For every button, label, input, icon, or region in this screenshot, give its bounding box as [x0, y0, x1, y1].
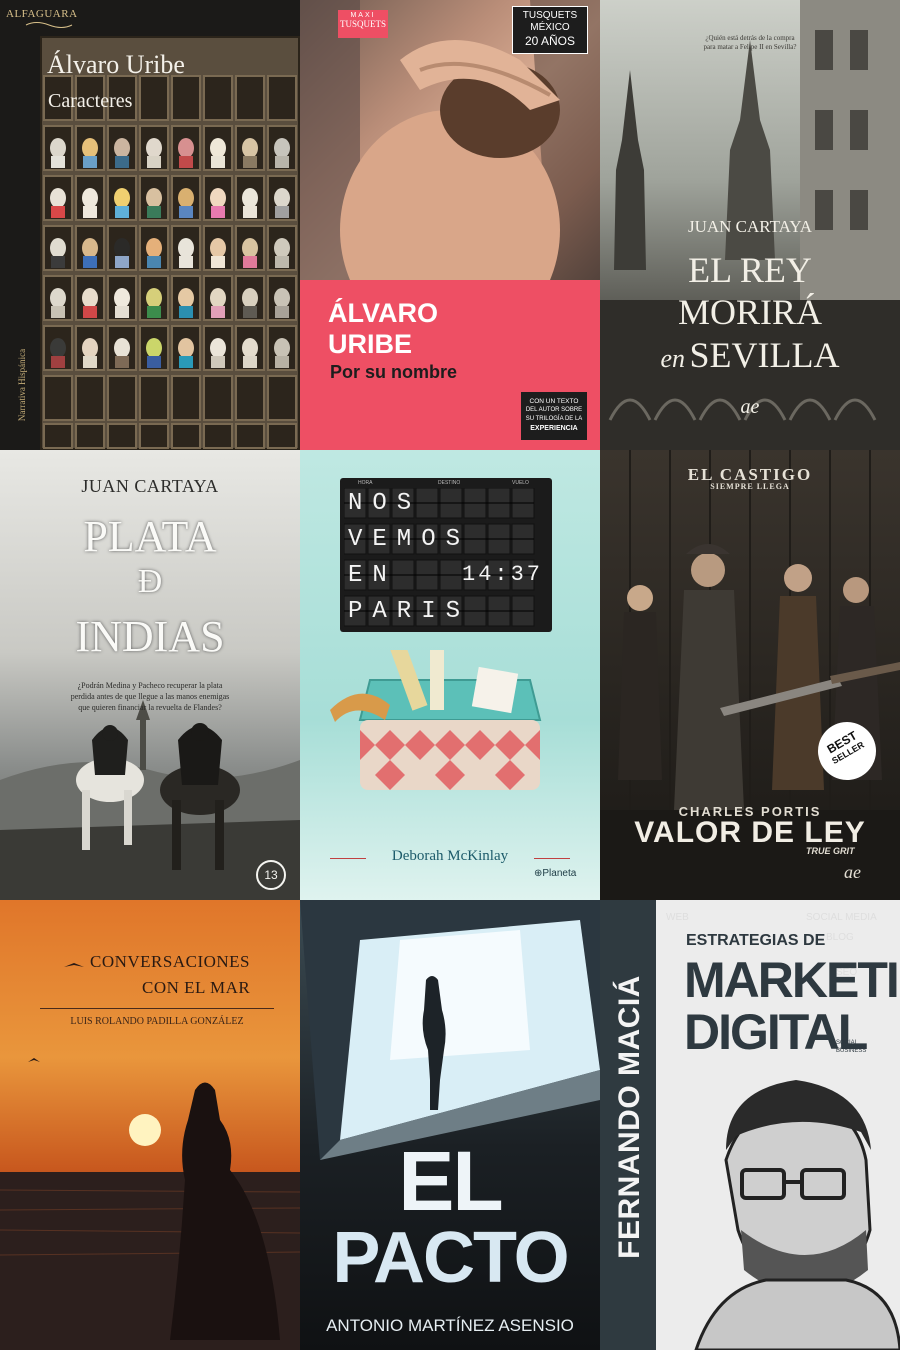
book-subtitle: TRUE GRIT — [806, 846, 855, 856]
imprint-name: TUSQUETS — [339, 19, 386, 29]
title-line-3: SEVILLA — [689, 335, 840, 375]
svg-text:WEB: WEB — [666, 912, 689, 923]
publisher-label: Planeta — [542, 868, 577, 879]
board-header-vuelo: VUELO — [512, 480, 529, 486]
bird-icon — [62, 958, 86, 976]
imprint-top-label: MAXI — [350, 12, 376, 19]
title-line-3-group: en SEVILLA — [600, 334, 900, 376]
board-row-1: NOS — [348, 490, 422, 517]
title-line-1: PLATA — [83, 512, 217, 561]
board-row-2: VEMOS — [348, 526, 471, 553]
title-line-1: EL REY — [688, 250, 812, 290]
tagline-line-2: para matar a Felipe II en Sevilla? — [703, 43, 797, 51]
title-line-2: MORIRÁ — [677, 292, 823, 332]
board-row-4: PARIS — [348, 598, 471, 625]
publisher-logo: ae — [844, 862, 861, 882]
book-cover-estrategias-de-marketing-digital[interactable]: FERNANDO MACIÁ SOCIAL MEDIA BLOG WEB SEO ES… — [600, 900, 900, 1350]
publisher-logo-text: ALFAGUARA — [6, 8, 78, 20]
badge-line-2: MÉXICO — [530, 22, 570, 33]
title-line-2: MARKETING — [684, 952, 900, 1008]
title-line-2: PACTO — [332, 1218, 569, 1298]
note-line-2: DEL AUTOR SOBRE — [525, 407, 583, 413]
title-line-2: Ð — [137, 563, 163, 600]
publisher-line-2: BUSINESS — [836, 1048, 867, 1054]
blurb-line-1: ¿Podrán Medina y Pacheco recuperar la pl… — [77, 681, 223, 690]
book-cover-conversaciones-con-el-mar[interactable]: CONVERSACIONES CON EL MAR LUIS ROLANDO P… — [0, 900, 300, 1350]
book-cover-nos-vemos-en-paris[interactable]: HORA DESTINO VUELO NOS VEMOS EN 14:37 PA… — [300, 450, 600, 900]
imprint-logo-box: MAXI TUSQUETS — [338, 10, 388, 38]
book-cover-el-pacto[interactable]: EL PACTO ANTONIO MARTÍNEZ ASENSIO — [300, 900, 600, 1350]
author-note-box: CON UN TEXTO DEL AUTOR SOBRE SU TRILOGÍA… — [521, 392, 587, 440]
book-cover-caracteres[interactable]: ALFAGUARA Álvaro Uribe Caracteres Narrat… — [0, 0, 300, 450]
note-line-1: CON UN TEXTO — [529, 398, 579, 405]
author-name: JUAN CARTAYA — [81, 476, 219, 496]
svg-text:BLOG: BLOG — [826, 932, 854, 943]
blurb-line-2: perdida antes de que llegue a las manos … — [70, 692, 230, 701]
author-name: FERNANDO MACIÁ — [613, 975, 646, 1259]
publisher-line-1: SOCIAL — [836, 1040, 859, 1046]
collection-spine-text: Narrativa Hispánica — [17, 348, 27, 422]
publisher-ornament-icon — [25, 22, 73, 28]
title-line-3-prefix: en — [660, 344, 686, 373]
note-line-3: SU TRILOGÍA DE LA — [525, 416, 583, 422]
board-row-3: EN — [348, 562, 397, 589]
book-title: Caracteres — [48, 90, 133, 112]
author-name: ANTONIO MARTÍNEZ ASENSIO — [326, 1316, 574, 1335]
author-rule-right — [534, 858, 570, 859]
board-header-destino: DESTINO — [438, 480, 461, 486]
tagline-line-2: SIEMPRE LLEGA — [710, 482, 790, 491]
author-rule-left — [330, 858, 366, 859]
author-name: Deborah McKinlay — [391, 848, 509, 864]
book-cover-por-su-nombre[interactable]: MAXI TUSQUETS TUSQUETS MÉXICO 20 AÑOS ÁL… — [300, 0, 600, 450]
author-name: LUIS ROLANDO PADILLA GONZÁLEZ — [70, 1016, 244, 1027]
badge-line-3: 20 AÑOS — [524, 34, 576, 48]
author-name: Álvaro Uribe — [47, 50, 185, 79]
board-header-hora: HORA — [358, 480, 373, 486]
tagline-line-1: ¿Quién está detrás de la compra — [705, 34, 795, 42]
book-cover-el-rey-morira-en-sevilla[interactable]: ¿Quién está detrás de la compra para mat… — [600, 0, 900, 450]
publisher-logo-13: 13 — [256, 860, 286, 890]
badge-line-1: TUSQUETS — [522, 10, 578, 21]
title-line-1: ESTRATEGIAS DE — [686, 932, 826, 949]
author-line-1: ÁLVARO — [328, 298, 438, 328]
note-line-4: EXPERIENCIA — [530, 425, 578, 432]
book-cover-valor-de-ley[interactable]: EL CASTIGO SIEMPRE LLEGA BEST SELLER CHA… — [600, 450, 900, 900]
title-line-1: EL — [398, 1134, 503, 1228]
svg-text:SOCIAL MEDIA: SOCIAL MEDIA — [806, 912, 877, 923]
blurb-line-3: que quieren financiar la revuelta de Fla… — [78, 703, 222, 712]
book-cover-plata-de-indias[interactable]: JUAN CARTAYA PLATA Ð INDIAS ¿Podrán Medi… — [0, 450, 300, 900]
book-cover-collage: ALFAGUARA Álvaro Uribe Caracteres Narrat… — [0, 0, 900, 1350]
suitcase-illustration — [330, 650, 542, 790]
title-line-3: INDIAS — [75, 612, 225, 661]
publisher-name: ⊕Planeta — [534, 868, 577, 879]
book-title: VALOR DE LEY — [634, 816, 866, 849]
title-line-1: CONVERSACIONES — [90, 952, 251, 971]
title-rule — [40, 1008, 274, 1009]
book-title: Por su nombre — [330, 362, 458, 382]
title-line-2: CON EL MAR — [142, 978, 251, 997]
anniversary-badge: TUSQUETS MÉXICO 20 AÑOS — [512, 6, 588, 54]
author-name: JUAN CARTAYA — [687, 217, 813, 236]
publisher-logo: ae — [740, 396, 760, 418]
board-time: 14:37 — [462, 562, 544, 587]
author-line-2: URIBE — [328, 329, 413, 359]
